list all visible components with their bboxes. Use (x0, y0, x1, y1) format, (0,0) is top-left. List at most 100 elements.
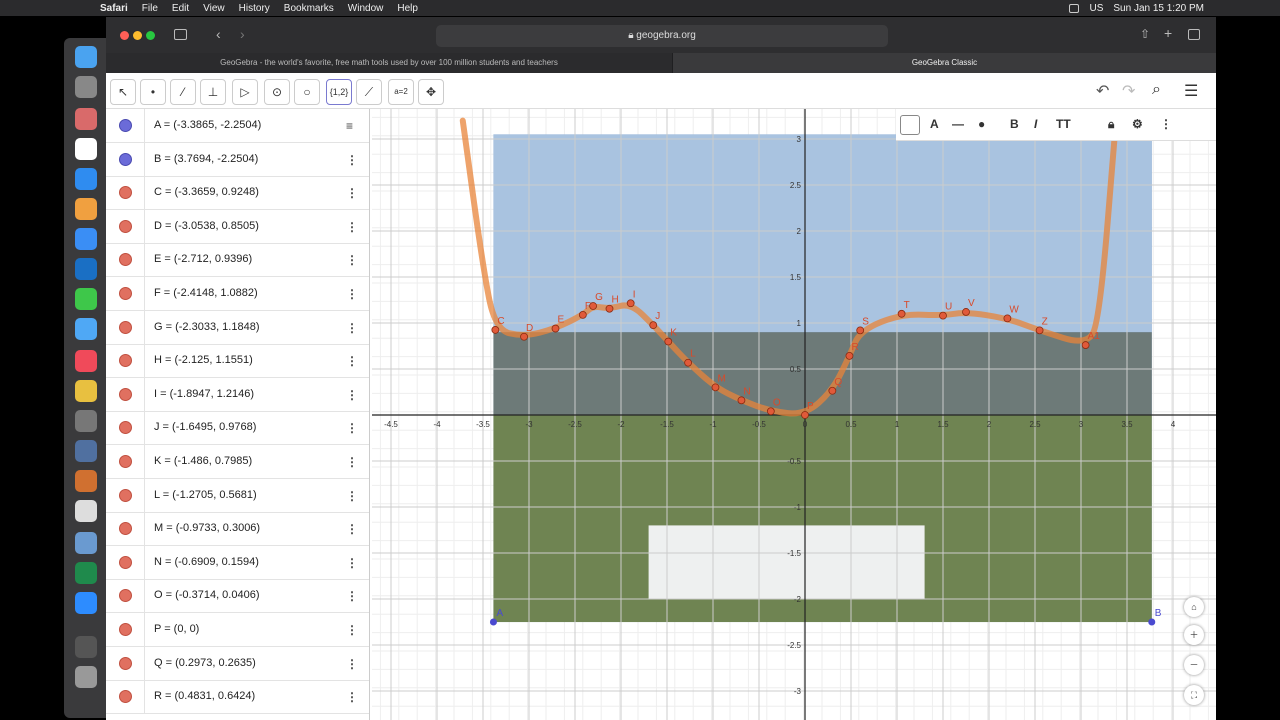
visibility-toggle[interactable] (119, 555, 132, 569)
point-o[interactable] (766, 407, 775, 416)
forward-icon[interactable]: › (240, 26, 245, 42)
more-vertical-icon[interactable]: ⋮ (346, 489, 358, 503)
zoom-out-icon[interactable]: － (1184, 655, 1204, 675)
perpendicular-tool-button[interactable]: ⊥ (200, 79, 226, 105)
address-bar[interactable]: 🔒︎ geogebra.org (436, 25, 888, 47)
algebra-expression[interactable]: C = (-3.3659, 0.9248) (154, 186, 259, 198)
algebra-row[interactable]: D = (-3.0538, 0.8505) ⋮ (106, 209, 369, 244)
tab-geogebra-home[interactable]: GeoGebra - the world's favorite, free ma… (106, 53, 672, 73)
point-n[interactable] (737, 396, 746, 405)
menu-edit[interactable]: Edit (172, 3, 189, 14)
polygon-tool-button[interactable]: ▷ (232, 79, 258, 105)
text-color-icon[interactable]: A (930, 117, 939, 131)
point-l[interactable] (684, 358, 693, 367)
algebra-expression[interactable]: O = (-0.3714, 0.0406) (154, 589, 259, 601)
color-swatch-button[interactable] (900, 115, 920, 135)
more-vertical-icon[interactable]: ⋮ (346, 253, 358, 267)
app-menu-safari[interactable]: Safari (100, 3, 128, 14)
hamburger-menu-icon[interactable]: ☰ (1184, 81, 1198, 101)
sidebar-icon[interactable] (174, 29, 187, 40)
outlook-icon[interactable] (75, 258, 97, 280)
algebra-row[interactable]: K = (-1.486, 0.7985) ⋮ (106, 445, 369, 479)
settings-icon[interactable] (75, 76, 97, 98)
line-tool-button[interactable]: ⁄ (170, 79, 196, 105)
more-vertical-icon[interactable]: ⋮ (346, 623, 358, 637)
algebra-row[interactable]: R = (0.4831, 0.6424) ⋮ (106, 680, 369, 715)
zoom-icon[interactable] (75, 592, 97, 614)
visibility-toggle[interactable] (119, 623, 132, 636)
point-t[interactable] (897, 309, 906, 318)
algebra-expression[interactable]: A = (-3.3865, -2.2504) (154, 119, 261, 131)
visibility-toggle[interactable] (119, 421, 132, 435)
point-i[interactable] (626, 299, 635, 308)
undo-icon[interactable]: ↶ (1096, 81, 1109, 101)
point-w[interactable] (1003, 314, 1012, 323)
back-icon[interactable]: ‹ (216, 26, 221, 42)
algebra-expression[interactable]: J = (-1.6495, 0.9768) (154, 421, 256, 433)
algebra-expression[interactable]: Q = (0.2973, 0.2635) (154, 657, 256, 669)
point-s[interactable] (856, 326, 865, 335)
line-style-icon[interactable]: — (952, 117, 964, 131)
more-vertical-icon[interactable]: ⋮ (346, 657, 358, 671)
algebra-row[interactable]: G = (-2.3033, 1.1848) ⋮ (106, 310, 369, 345)
more-vertical-icon[interactable]: ⋮ (346, 287, 358, 301)
more-vertical-icon[interactable]: ⋮ (346, 556, 358, 570)
algebra-expression[interactable]: G = (-2.3033, 1.1848) (154, 321, 259, 333)
visibility-toggle[interactable] (119, 589, 132, 603)
more-vertical-icon[interactable]: ⋮ (346, 186, 358, 200)
visibility-toggle[interactable] (119, 219, 132, 233)
visibility-toggle[interactable] (119, 119, 132, 132)
algebra-expression[interactable]: H = (-2.125, 1.1551) (154, 354, 253, 366)
visibility-toggle[interactable] (119, 152, 132, 166)
more-vertical-icon[interactable]: ⋮ (346, 522, 358, 536)
algebra-row[interactable]: A = (-3.3865, -2.2504) ≡ (106, 109, 369, 143)
graphics-canvas[interactable]: -4.5 -4 -3.5 -3 -2.5 -2 -1.5 -1 -0.5 0 0.5 1 1.5 2 2.5… (372, 109, 1216, 720)
move-view-tool-button[interactable]: ✥ (418, 79, 444, 105)
pencil-app-icon[interactable] (75, 440, 97, 462)
point-h[interactable] (605, 304, 614, 313)
more-vertical-icon[interactable]: ⋮ (346, 589, 358, 603)
tab-geogebra-classic[interactable]: GeoGebra Classic (673, 53, 1216, 73)
minimize-window-button[interactable] (133, 31, 142, 40)
point-k[interactable] (664, 337, 673, 346)
more-vertical-icon[interactable]: ⋮ (346, 354, 358, 368)
algebra-expression[interactable]: E = (-2.712, 0.9396) (154, 253, 252, 265)
algebra-expression[interactable]: I = (-1.8947, 1.2146) (154, 388, 254, 400)
point-f[interactable] (578, 310, 587, 319)
menu-history[interactable]: History (239, 3, 270, 14)
move-tool-button[interactable]: ↖ (110, 79, 136, 105)
search-icon[interactable]: ⌕ (1152, 81, 1161, 99)
text-size-button[interactable]: TT (1056, 117, 1071, 131)
tabs-overview-icon[interactable] (1188, 29, 1200, 40)
algebra-settings-icon[interactable]: ≡ (346, 119, 353, 133)
algebra-row[interactable]: J = (-1.6495, 0.9768) ⋮ (106, 411, 369, 446)
list-tool-button[interactable]: {1,2} (326, 79, 352, 105)
point-v[interactable] (962, 308, 970, 316)
visibility-toggle[interactable] (119, 354, 132, 368)
finder-icon[interactable] (75, 46, 97, 68)
menu-bookmarks[interactable]: Bookmarks (284, 3, 334, 14)
point-b[interactable] (1148, 618, 1156, 626)
app-store-icon[interactable] (75, 168, 97, 190)
italic-button[interactable]: I (1034, 117, 1037, 131)
more-vertical-icon[interactable]: ⋮ (346, 388, 358, 402)
gear-icon[interactable]: ⚙ (1132, 117, 1143, 131)
photos-icon[interactable] (75, 198, 97, 220)
basketball-app-icon[interactable] (75, 470, 97, 492)
screen-app-icon[interactable] (75, 636, 97, 658)
algebra-row[interactable]: N = (-0.6909, 0.1594) ⋮ (106, 545, 369, 580)
reflect-tool-button[interactable]: ⟋ (356, 79, 382, 105)
more-vertical-icon[interactable]: ⋮ (1160, 117, 1172, 131)
clock[interactable]: Sun Jan 15 1:20 PM (1113, 3, 1204, 14)
algebra-row[interactable]: O = (-0.3714, 0.0406) ⋮ (106, 579, 369, 614)
algebra-row[interactable]: Q = (0.2973, 0.2635) ⋮ (106, 646, 369, 681)
screenshot-icon[interactable] (75, 500, 97, 522)
launchpad-icon[interactable] (75, 108, 97, 130)
mail-icon[interactable] (75, 228, 97, 250)
new-tab-icon[interactable]: + (1164, 25, 1172, 41)
algebra-row[interactable]: F = (-2.4148, 1.0882) ⋮ (106, 277, 369, 311)
point-m[interactable] (711, 383, 720, 392)
graphics-view[interactable]: -4.5 -4 -3.5 -3 -2.5 -2 -1.5 -1 -0.5 0 0.5 1 1.5 2 2.5… (372, 109, 1216, 720)
preview-icon[interactable] (75, 532, 97, 554)
menu-view[interactable]: View (203, 3, 225, 14)
